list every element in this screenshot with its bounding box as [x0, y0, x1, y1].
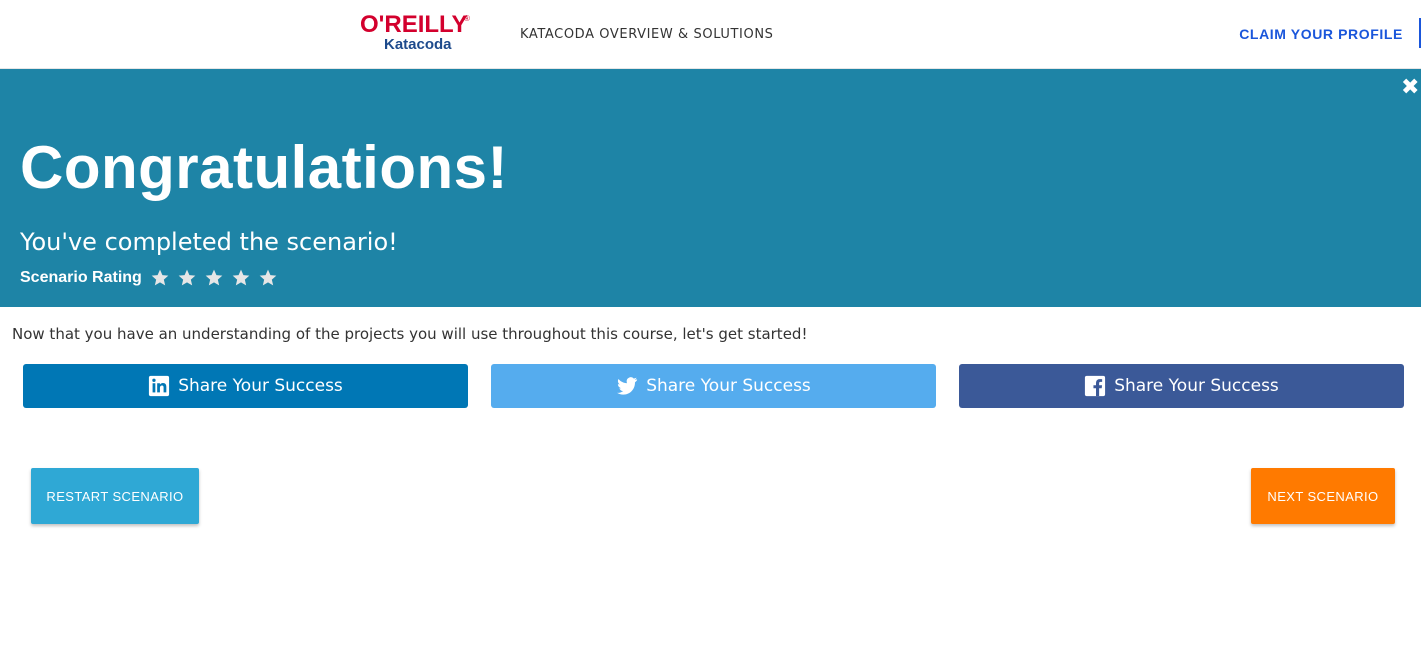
rating-label: Scenario Rating	[20, 269, 142, 286]
scenario-description: Now that you have an understanding of th…	[12, 325, 808, 343]
congratulations-banner: ✖ Congratulations! You've completed the …	[0, 69, 1421, 307]
facebook-icon	[1085, 375, 1106, 397]
banner-title: Congratulations!	[20, 134, 508, 201]
restart-scenario-button[interactable]: RESTART SCENARIO	[31, 468, 199, 524]
share-linkedin-button[interactable]: Share Your Success	[23, 364, 468, 408]
star-icon-3[interactable]	[204, 268, 224, 288]
top-navigation-bar: O'REILLY ® Katacoda KATACODA OVERVIEW & …	[0, 0, 1421, 69]
twitter-icon	[617, 377, 638, 395]
next-scenario-button[interactable]: NEXT SCENARIO	[1251, 468, 1395, 524]
close-icon[interactable]: ✖	[1401, 77, 1419, 99]
star-icon-4[interactable]	[231, 268, 251, 288]
share-facebook-label: Share Your Success	[1114, 376, 1279, 396]
oreilly-katacoda-logo[interactable]: O'REILLY ® Katacoda	[360, 12, 472, 56]
star-icon-1[interactable]	[150, 268, 170, 288]
linkedin-icon	[149, 375, 170, 397]
logo-oreilly-text: O'REILLY	[360, 11, 468, 38]
star-icon-2[interactable]	[177, 268, 197, 288]
registered-mark: ®	[464, 14, 470, 23]
share-facebook-button[interactable]: Share Your Success	[959, 364, 1404, 408]
nav-overview-link[interactable]: KATACODA OVERVIEW & SOLUTIONS	[520, 27, 774, 42]
scenario-rating: Scenario Rating	[20, 267, 285, 289]
share-linkedin-label: Share Your Success	[178, 376, 343, 396]
share-twitter-label: Share Your Success	[646, 376, 811, 396]
star-icon-5[interactable]	[258, 268, 278, 288]
claim-profile-link[interactable]: CLAIM YOUR PROFILE	[1239, 26, 1403, 42]
logo-katacoda-text: Katacoda	[384, 36, 452, 53]
share-twitter-button[interactable]: Share Your Success	[491, 364, 936, 408]
banner-subtitle: You've completed the scenario!	[20, 228, 398, 256]
